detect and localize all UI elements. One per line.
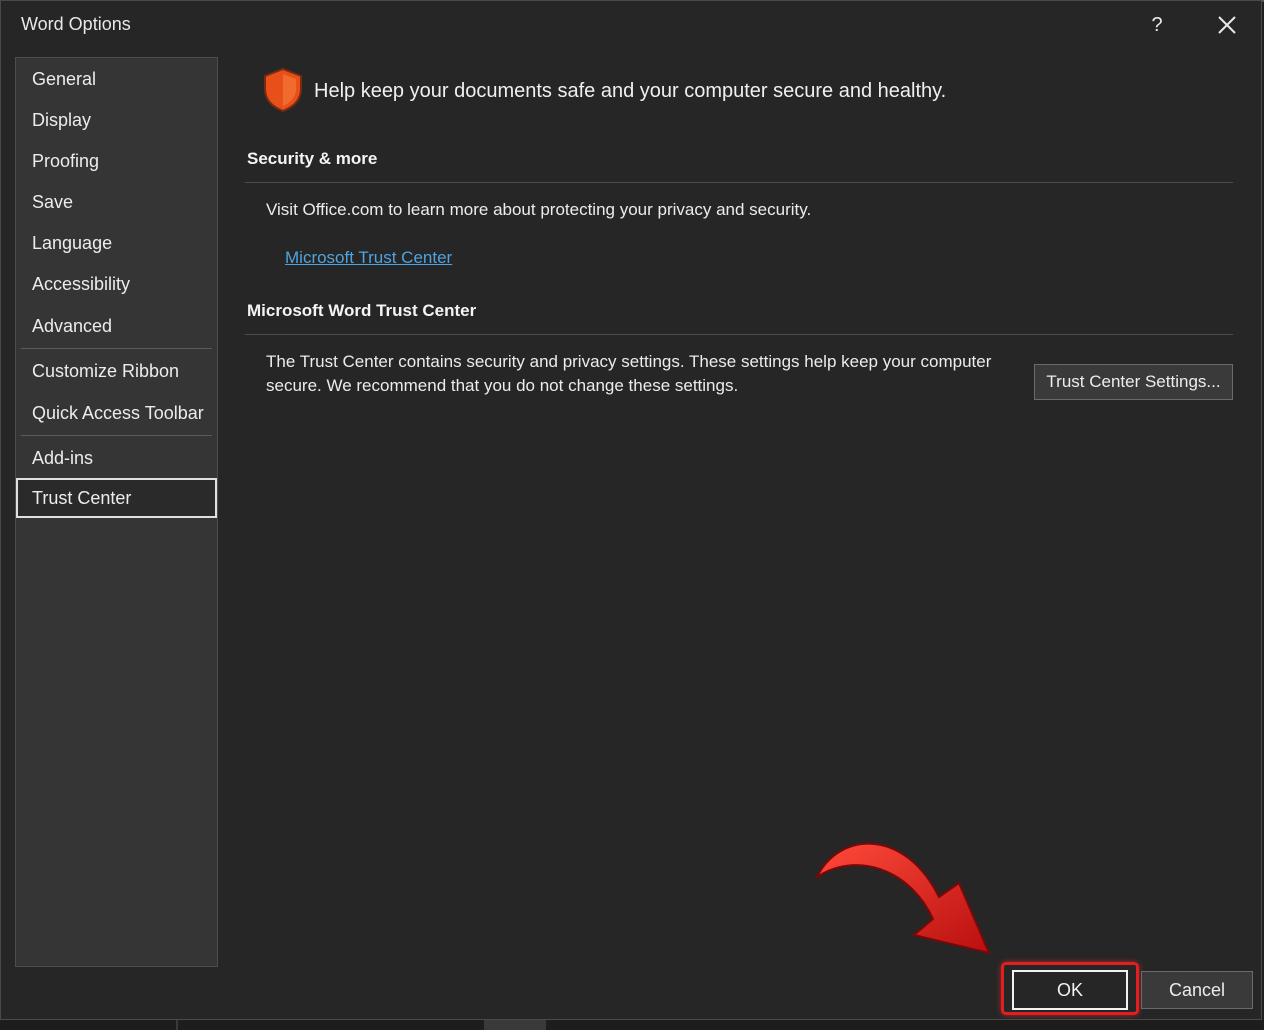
taskbar-segment [484, 1020, 546, 1030]
page-headline: Help keep your documents safe and your c… [314, 80, 947, 102]
sidebar-item-save[interactable]: Save [16, 182, 217, 222]
options-sidebar: General Display Proofing Save Language A… [15, 57, 218, 967]
trust-center-panel: Help keep your documents safe and your c… [231, 51, 1241, 951]
cancel-button[interactable]: Cancel [1141, 971, 1253, 1009]
close-icon [1218, 16, 1236, 34]
word-options-dialog: Word Options ? General Display Proofing … [0, 0, 1262, 1020]
sidebar-item-trust-center[interactable]: Trust Center [16, 478, 217, 518]
taskbar-strip [0, 1020, 1264, 1030]
trust-center-section-title: Microsoft Word Trust Center [247, 301, 477, 320]
sidebar-item-general[interactable]: General [16, 59, 217, 99]
sidebar-item-customize-ribbon[interactable]: Customize Ribbon [16, 351, 217, 391]
trust-center-text-line1: The Trust Center contains security and p… [266, 352, 992, 371]
sidebar-item-add-ins[interactable]: Add-ins [16, 438, 217, 478]
sidebar-item-quick-access-toolbar[interactable]: Quick Access Toolbar [16, 393, 217, 433]
sidebar-divider [21, 435, 212, 436]
section-divider [245, 334, 1233, 335]
sidebar-item-accessibility[interactable]: Accessibility [16, 264, 217, 304]
security-section-text: Visit Office.com to learn more about pro… [266, 200, 812, 219]
annotation-arrow-icon [814, 842, 991, 955]
security-section-title: Security & more [247, 149, 378, 168]
help-button[interactable]: ? [1137, 9, 1177, 41]
dialog-title: Word Options [21, 14, 131, 34]
sidebar-divider [21, 348, 212, 349]
microsoft-trust-center-link[interactable]: Microsoft Trust Center [285, 248, 452, 268]
shield-icon [264, 67, 302, 113]
sidebar-item-language[interactable]: Language [16, 223, 217, 263]
sidebar-item-advanced[interactable]: Advanced [16, 306, 217, 346]
trust-center-settings-button[interactable]: Trust Center Settings... [1034, 364, 1233, 400]
trust-center-text-line2: secure. We recommend that you do not cha… [266, 376, 739, 395]
close-button[interactable] [1207, 9, 1247, 41]
section-divider [245, 182, 1233, 183]
ok-button[interactable]: OK [1012, 970, 1128, 1010]
sidebar-item-proofing[interactable]: Proofing [16, 141, 217, 181]
sidebar-item-display[interactable]: Display [16, 100, 217, 140]
taskbar-segment [176, 1020, 178, 1030]
